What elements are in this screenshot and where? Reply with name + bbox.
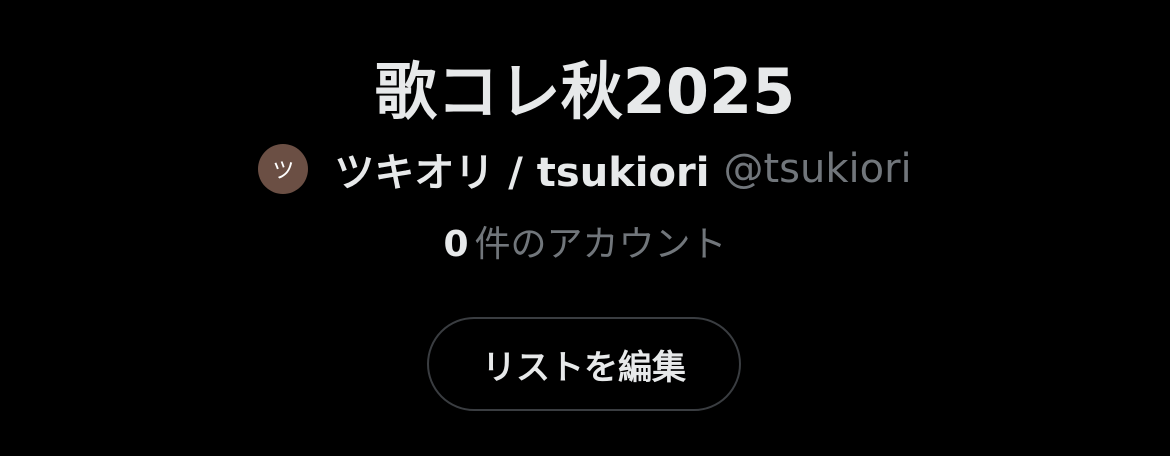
list-owner[interactable]: ツ ツキオリ / tsukiori @tsukiori [0, 142, 1170, 196]
member-count-label: 件のアカウント [474, 224, 727, 265]
member-count[interactable]: 0 件のアカウント [0, 222, 1170, 268]
edit-list-button[interactable]: リストを編集 [427, 317, 741, 411]
avatar-initial: ツ [272, 159, 295, 184]
member-count-number: 0 [443, 224, 469, 265]
list-header: 歌コレ秋2025 ツ ツキオリ / tsukiori @tsukiori 0 件の… [0, 0, 1170, 456]
owner-display-name[interactable]: ツキオリ / tsukiori [334, 140, 709, 198]
owner-handle: @tsukiori [723, 146, 912, 192]
list-title: 歌コレ秋2025 [374, 55, 796, 128]
owner-avatar[interactable]: ツ [258, 144, 309, 194]
